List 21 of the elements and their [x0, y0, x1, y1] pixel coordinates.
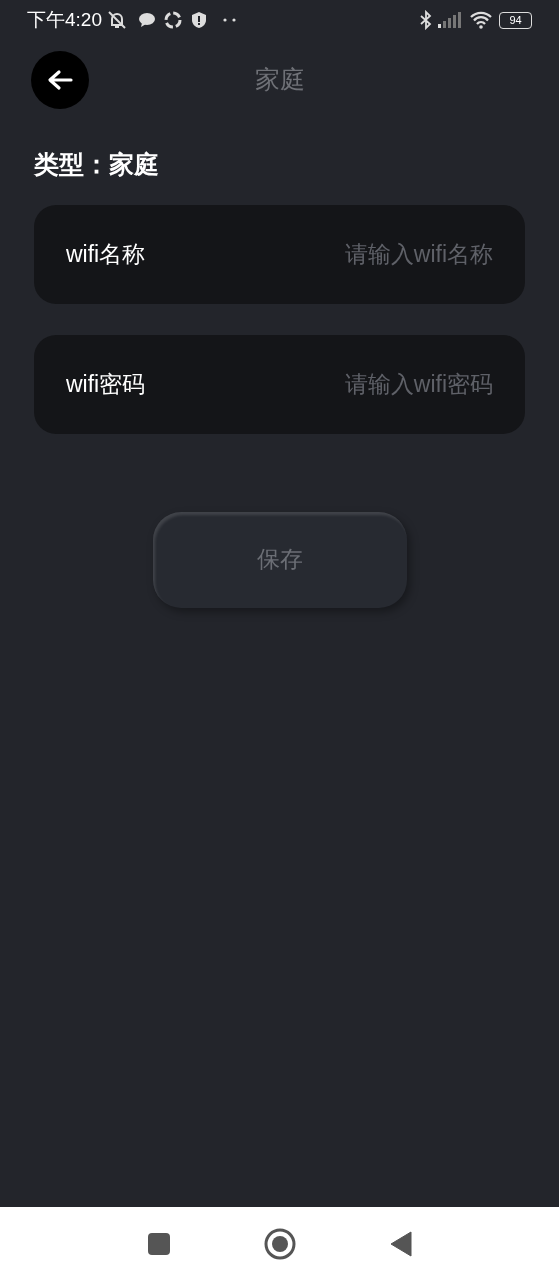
back-icon[interactable] — [389, 1230, 412, 1257]
status-time: 下午4:20 — [27, 7, 102, 32]
field-label: wifi名称 — [66, 239, 146, 269]
page-title: 家庭 — [254, 64, 305, 96]
recent-apps-icon[interactable] — [147, 1232, 170, 1255]
aperture-icon — [164, 11, 182, 29]
wifi-icon — [469, 11, 493, 29]
input-field[interactable]: 请输入wifi密码 — [145, 366, 493, 402]
signal-icon — [438, 12, 462, 28]
shield-alert-icon — [191, 11, 207, 29]
field-label: wifi密码 — [66, 369, 146, 399]
bell-off-icon — [106, 10, 128, 30]
back-arrow-icon — [47, 69, 73, 91]
battery-indicator: 94 — [499, 11, 532, 29]
bluetooth-icon — [420, 10, 432, 30]
more-notifications-icon — [223, 18, 237, 22]
chat-bubble-icon — [138, 12, 156, 28]
input-field[interactable]: 请输入wifi名称 — [145, 236, 493, 272]
type-label: 类型：家庭 — [34, 149, 160, 180]
home-icon[interactable] — [263, 1227, 296, 1260]
save-button[interactable]: 保存 — [152, 511, 407, 608]
